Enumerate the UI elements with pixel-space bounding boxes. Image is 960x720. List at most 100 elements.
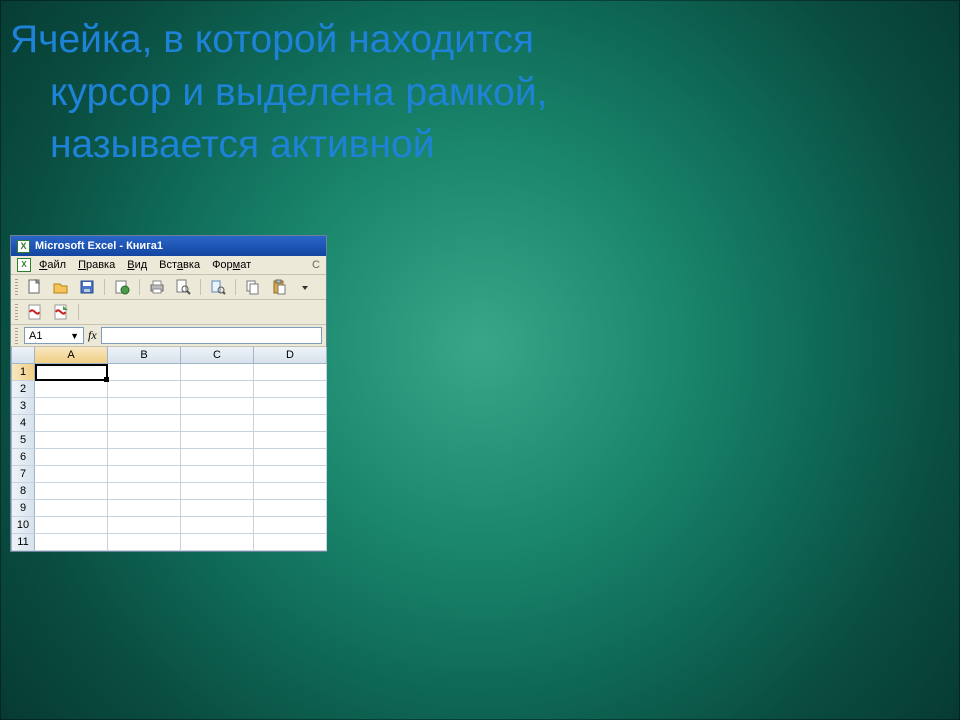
menu-file[interactable]: ФФайлайл	[39, 259, 66, 271]
cell[interactable]	[35, 466, 108, 483]
cell[interactable]	[108, 534, 181, 551]
cell[interactable]	[108, 381, 181, 398]
cell[interactable]	[35, 534, 108, 551]
row-header[interactable]: 3	[12, 398, 35, 415]
row-header[interactable]: 10	[12, 517, 35, 534]
cell[interactable]	[35, 483, 108, 500]
permission-icon[interactable]	[111, 277, 133, 297]
column-header[interactable]: B	[108, 347, 181, 364]
cell[interactable]	[35, 381, 108, 398]
title-line-2: курсор и выделена рамкой,	[10, 67, 908, 120]
separator	[200, 279, 201, 295]
row-header[interactable]: 4	[12, 415, 35, 432]
cell[interactable]	[108, 415, 181, 432]
menu-view[interactable]: ВВидид	[127, 259, 147, 271]
toolbar-grip[interactable]	[15, 279, 18, 295]
paste-dropdown-icon[interactable]	[294, 277, 316, 297]
cell[interactable]	[108, 449, 181, 466]
cell[interactable]	[108, 500, 181, 517]
cell[interactable]	[181, 517, 254, 534]
cell[interactable]	[181, 449, 254, 466]
row-header[interactable]: 9	[12, 500, 35, 517]
row-header[interactable]: 11	[12, 534, 35, 551]
pdf-convert-icon[interactable]	[50, 302, 72, 322]
column-header[interactable]: A	[35, 347, 108, 364]
save-icon[interactable]	[76, 277, 98, 297]
toolbar-grip[interactable]	[15, 328, 18, 344]
cell[interactable]	[35, 517, 108, 534]
row-header[interactable]: 7	[12, 466, 35, 483]
row-header[interactable]: 8	[12, 483, 35, 500]
print-preview-icon[interactable]	[172, 277, 194, 297]
research-icon[interactable]	[207, 277, 229, 297]
cell[interactable]	[108, 398, 181, 415]
excel-window: X Microsoft Excel - Книга1 X ФФайлайл ПП…	[10, 235, 327, 552]
cell[interactable]	[181, 483, 254, 500]
cell[interactable]	[254, 449, 327, 466]
cell[interactable]	[35, 432, 108, 449]
menu-edit[interactable]: ППравкаравка	[78, 259, 115, 271]
separator	[78, 304, 79, 320]
fx-label[interactable]: fx	[88, 328, 97, 343]
excel-toolbar-pdf	[11, 300, 326, 325]
cell[interactable]	[108, 466, 181, 483]
excel-icon: X	[17, 240, 30, 253]
print-icon[interactable]	[146, 277, 168, 297]
separator	[139, 279, 140, 295]
row-header[interactable]: 6	[12, 449, 35, 466]
excel-window-title: Microsoft Excel - Книга1	[35, 240, 163, 252]
cell[interactable]	[108, 517, 181, 534]
cell[interactable]	[181, 398, 254, 415]
cell[interactable]	[254, 517, 327, 534]
row-header[interactable]: 1	[12, 364, 35, 381]
cell[interactable]	[181, 381, 254, 398]
toolbar-grip[interactable]	[15, 304, 18, 320]
slide-title: Ячейка, в которой находится курсор и выд…	[0, 0, 960, 172]
cell[interactable]	[254, 415, 327, 432]
cell[interactable]	[108, 364, 181, 381]
cell[interactable]	[254, 381, 327, 398]
row-header[interactable]: 2	[12, 381, 35, 398]
cell[interactable]	[35, 415, 108, 432]
cell[interactable]	[254, 534, 327, 551]
cell[interactable]	[254, 483, 327, 500]
cell[interactable]	[181, 415, 254, 432]
paste-icon[interactable]	[268, 277, 290, 297]
new-icon[interactable]	[24, 277, 46, 297]
title-line-3: называется активной	[10, 119, 908, 172]
excel-formula-bar: A1 ▼ fx	[11, 325, 326, 347]
cell[interactable]	[181, 432, 254, 449]
pdf-icon[interactable]	[24, 302, 46, 322]
separator	[235, 279, 236, 295]
cell[interactable]	[254, 364, 327, 381]
cell[interactable]	[35, 500, 108, 517]
active-cell[interactable]	[35, 364, 108, 381]
workbook-icon: X	[17, 258, 31, 272]
cell[interactable]	[254, 500, 327, 517]
cell[interactable]	[181, 534, 254, 551]
cell[interactable]	[181, 500, 254, 517]
open-icon[interactable]	[50, 277, 72, 297]
row-header[interactable]: 5	[12, 432, 35, 449]
menu-overflow[interactable]: С	[312, 259, 320, 271]
excel-menubar: X ФФайлайл ППравкаравка ВВидид ВстаВстав…	[11, 256, 326, 275]
menu-insert[interactable]: ВстаВставкавка	[159, 259, 200, 271]
cell[interactable]	[254, 398, 327, 415]
copy-icon[interactable]	[242, 277, 264, 297]
cell[interactable]	[181, 466, 254, 483]
name-box[interactable]: A1 ▼	[24, 327, 84, 344]
chevron-down-icon[interactable]: ▼	[70, 331, 79, 341]
column-header[interactable]: D	[254, 347, 327, 364]
formula-input[interactable]	[101, 327, 322, 344]
cell[interactable]	[254, 466, 327, 483]
cell[interactable]	[254, 432, 327, 449]
cell[interactable]	[181, 364, 254, 381]
menu-format[interactable]: ФормФорматат	[212, 259, 251, 271]
cell[interactable]	[108, 483, 181, 500]
cell[interactable]	[35, 449, 108, 466]
column-header[interactable]: C	[181, 347, 254, 364]
cell[interactable]	[35, 398, 108, 415]
separator	[104, 279, 105, 295]
cell[interactable]	[108, 432, 181, 449]
select-all-corner[interactable]	[12, 347, 35, 364]
